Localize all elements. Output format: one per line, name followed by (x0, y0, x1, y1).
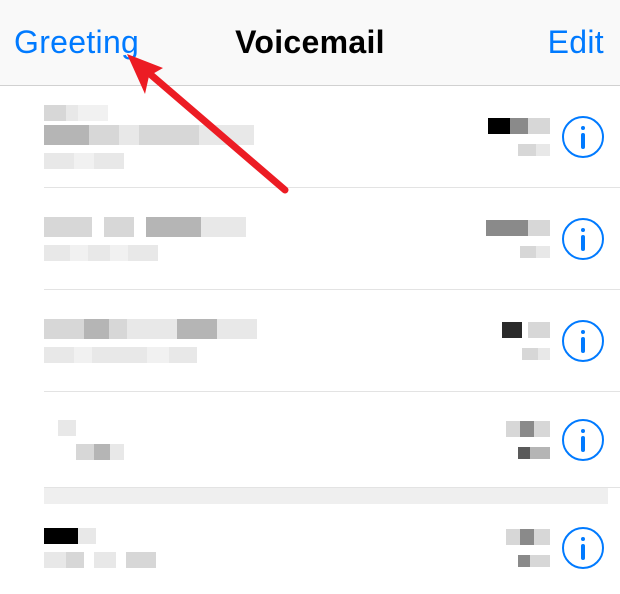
voicemail-caller (44, 319, 502, 363)
voicemail-meta (506, 529, 550, 567)
voicemail-row[interactable] (44, 188, 620, 290)
voicemail-row[interactable] (44, 488, 620, 594)
info-icon[interactable] (562, 116, 604, 158)
voicemail-meta (506, 421, 550, 459)
voicemail-caller (44, 217, 486, 261)
voicemail-caller (44, 105, 488, 169)
voicemail-list (0, 86, 620, 594)
voicemail-row[interactable] (44, 86, 620, 188)
edit-button[interactable]: Edit (548, 24, 604, 60)
voicemail-meta (502, 322, 550, 360)
info-icon[interactable] (562, 527, 604, 569)
voicemail-meta (488, 118, 550, 156)
voicemail-meta (486, 220, 550, 258)
greeting-button[interactable]: Greeting (14, 24, 139, 60)
voicemail-caller (44, 528, 506, 568)
page-title: Voicemail (235, 24, 385, 60)
info-icon[interactable] (562, 419, 604, 461)
voicemail-caller (44, 420, 506, 460)
info-icon[interactable] (562, 218, 604, 260)
voicemail-row[interactable] (44, 392, 620, 488)
voicemail-row[interactable] (44, 290, 620, 392)
navigation-bar: Greeting Voicemail Edit (0, 0, 620, 86)
info-icon[interactable] (562, 320, 604, 362)
